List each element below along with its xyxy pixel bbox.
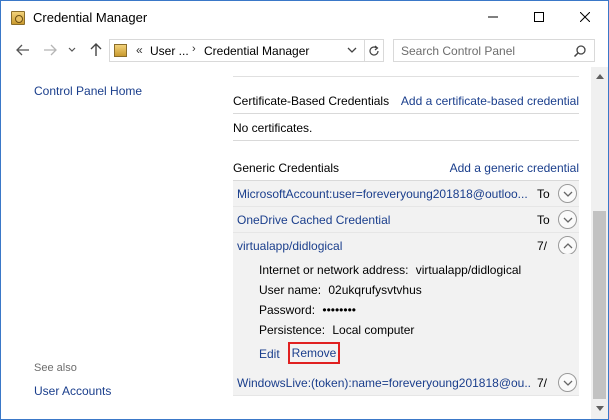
back-button[interactable] bbox=[14, 41, 32, 59]
minimize-icon bbox=[488, 16, 498, 18]
forward-button[interactable] bbox=[41, 41, 59, 59]
credential-row-onedrive[interactable]: OneDrive Cached Credential To bbox=[233, 207, 579, 233]
close-button[interactable] bbox=[562, 1, 608, 33]
chevron-up-icon bbox=[563, 242, 572, 248]
title-bar[interactable]: Credential Manager bbox=[1, 1, 608, 35]
credential-name[interactable]: WindowsLive:(token):name=foreveryoung201… bbox=[237, 376, 531, 390]
up-arrow-icon bbox=[90, 43, 102, 56]
collapse-button[interactable] bbox=[558, 236, 577, 255]
credential-row-windowslive[interactable]: WindowsLive:(token):name=foreveryoung201… bbox=[233, 370, 579, 396]
credential-date: 7/ bbox=[537, 239, 548, 253]
chevron-down-icon bbox=[68, 47, 76, 52]
certificate-section-title: Certificate-Based Credentials bbox=[233, 94, 390, 108]
chevron-down-icon bbox=[563, 380, 572, 386]
chevron-down-icon bbox=[563, 217, 572, 223]
detail-address-label: Internet or network address: bbox=[259, 263, 409, 277]
credential-date: 7/ bbox=[537, 376, 548, 390]
no-certificates-text: No certificates. bbox=[233, 121, 313, 135]
detail-password-label: Password: bbox=[259, 303, 316, 317]
detail-password-value: •••••••• bbox=[322, 303, 356, 317]
scroll-up-arrow-icon bbox=[595, 73, 604, 79]
section-divider bbox=[233, 76, 579, 77]
certificate-section-divider bbox=[233, 113, 579, 114]
edit-credential-link[interactable]: Edit bbox=[259, 347, 280, 361]
scroll-down-arrow-icon bbox=[595, 405, 604, 411]
credential-row-microsoftaccount[interactable]: MicrosoftAccount:user=foreveryoung201818… bbox=[233, 181, 579, 207]
credential-name[interactable]: OneDrive Cached Credential bbox=[237, 213, 531, 227]
add-generic-credential-link[interactable]: Add a generic credential bbox=[450, 161, 579, 175]
see-also-heading: See also bbox=[34, 362, 77, 374]
detail-persistence: Persistence: Local computer bbox=[259, 323, 414, 337]
window-title: Credential Manager bbox=[33, 10, 148, 25]
search-icon[interactable] bbox=[573, 44, 587, 58]
breadcrumb-chevron-icon[interactable]: › bbox=[192, 43, 196, 55]
chevron-down-icon bbox=[563, 191, 572, 197]
detail-username: User name: 02ukqrufysvtvhus bbox=[259, 283, 422, 297]
add-certificate-credential-link[interactable]: Add a certificate-based credential bbox=[401, 94, 579, 108]
credential-manager-window: Credential Manager « User ... › Credenti… bbox=[0, 0, 609, 420]
remove-credential-link[interactable]: Remove bbox=[288, 342, 340, 364]
credentials-content: Certificate-Based Credentials Add a cert… bbox=[225, 67, 591, 419]
expand-button[interactable] bbox=[558, 210, 577, 229]
user-accounts-link[interactable]: User Accounts bbox=[34, 384, 111, 398]
minimize-button[interactable] bbox=[470, 1, 516, 33]
credential-date: To bbox=[537, 187, 550, 201]
detail-address: Internet or network address: virtualapp/… bbox=[259, 263, 521, 277]
refresh-button[interactable] bbox=[365, 39, 384, 62]
detail-address-value: virtualapp/didlogical bbox=[415, 263, 522, 277]
control-panel-icon bbox=[114, 44, 127, 57]
scrollbar-thumb[interactable] bbox=[593, 211, 606, 399]
credential-details: Internet or network address: virtualapp/… bbox=[233, 254, 579, 370]
credential-name[interactable]: MicrosoftAccount:user=foreveryoung201818… bbox=[237, 187, 531, 201]
address-bar[interactable]: « User ... › Credential Manager bbox=[109, 39, 365, 62]
breadcrumb-user-accounts[interactable]: User ... bbox=[150, 44, 189, 58]
control-panel-home-link[interactable]: Control Panel Home bbox=[34, 84, 142, 98]
detail-username-value: 02ukqrufysvtvhus bbox=[328, 283, 422, 297]
refresh-icon bbox=[369, 45, 379, 56]
detail-password: Password: •••••••• bbox=[259, 303, 356, 317]
close-icon bbox=[580, 12, 590, 22]
search-input[interactable] bbox=[394, 40, 574, 61]
certificate-section-bottom-divider bbox=[233, 140, 579, 141]
vertical-scrollbar[interactable] bbox=[591, 67, 608, 419]
breadcrumb-credential-manager[interactable]: Credential Manager bbox=[204, 44, 309, 58]
forward-arrow-icon bbox=[44, 44, 57, 56]
up-button[interactable] bbox=[87, 41, 105, 59]
recent-locations-button[interactable] bbox=[63, 41, 81, 59]
credential-date: To bbox=[537, 213, 550, 227]
back-arrow-icon bbox=[16, 44, 29, 56]
detail-persistence-value: Local computer bbox=[332, 323, 415, 337]
search-box[interactable] bbox=[393, 39, 595, 62]
maximize-button[interactable] bbox=[516, 1, 562, 33]
address-overflow[interactable]: « bbox=[136, 43, 143, 57]
expand-button[interactable] bbox=[558, 184, 577, 203]
maximize-icon bbox=[534, 12, 544, 22]
credential-name[interactable]: virtualapp/didlogical bbox=[237, 239, 531, 253]
detail-persistence-label: Persistence: bbox=[259, 323, 326, 337]
scroll-down-button[interactable] bbox=[591, 401, 608, 415]
scroll-up-button[interactable] bbox=[591, 69, 608, 83]
detail-username-label: User name: bbox=[259, 283, 322, 297]
credential-manager-icon bbox=[11, 11, 25, 25]
generic-section-title: Generic Credentials bbox=[233, 161, 340, 175]
address-dropdown-icon[interactable] bbox=[346, 44, 358, 56]
navigation-bar: « User ... › Credential Manager bbox=[1, 35, 608, 67]
expand-button[interactable] bbox=[558, 373, 577, 392]
